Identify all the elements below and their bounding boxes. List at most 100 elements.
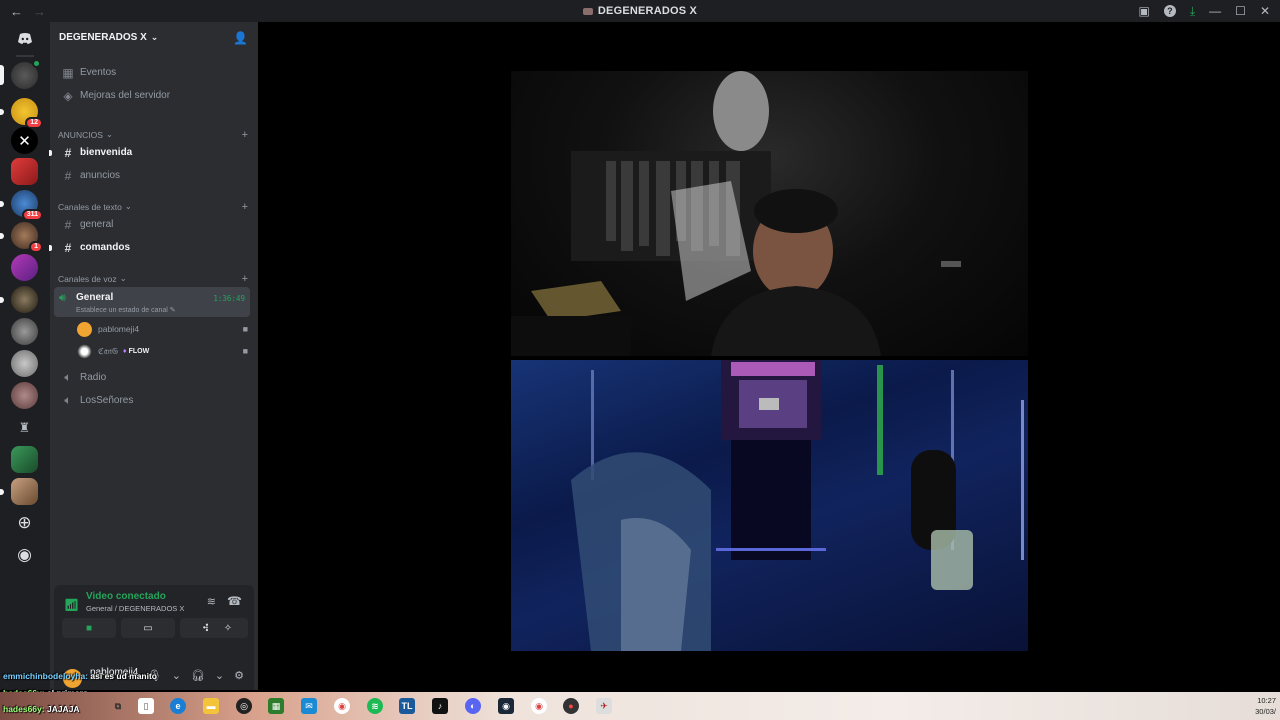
chevron-down-icon[interactable]: ⌄ [172, 669, 181, 682]
server-icon-14[interactable] [0, 478, 38, 505]
server-icon-x[interactable]: ✕ [11, 127, 38, 154]
chevron-down-icon: ⌄ [150, 32, 159, 42]
camera-icon: ■ [242, 346, 248, 356]
video-camera-icon: ■ [85, 622, 93, 634]
obs-icon[interactable]: ● [563, 698, 579, 714]
server-icon-degenerados[interactable] [0, 59, 41, 89]
close-icon[interactable]: ✕ [1260, 4, 1270, 18]
help-icon[interactable]: ? [1163, 5, 1176, 17]
back-arrow-icon[interactable]: ← [10, 4, 23, 19]
chevron-down-icon[interactable]: ⌄ [215, 669, 224, 682]
disconnect-icon[interactable]: ☎︎ [227, 594, 242, 608]
channel-sidebar: DEGENERADOS X ⌄ 👤 ▦ Eventos ◈ Mejoras de… [49, 22, 258, 690]
channel-bienvenida[interactable]: # bienvenida [49, 142, 250, 163]
store-icon[interactable]: ▦ [268, 698, 284, 714]
voice-status[interactable]: Video conectado [86, 591, 166, 602]
minimize-icon[interactable]: — [1209, 4, 1221, 18]
chrome-icon[interactable]: ◉ [334, 698, 350, 714]
add-channel-icon[interactable]: + [242, 273, 248, 285]
app-icon[interactable]: ◎ [236, 698, 252, 714]
app-icon[interactable]: ✈ [596, 698, 612, 714]
steam-icon[interactable]: ◉ [498, 698, 514, 714]
channel-general[interactable]: # general [54, 214, 250, 235]
video-grid [258, 22, 1280, 690]
speaker-icon: 🔈︎ [64, 370, 72, 384]
add-server-icon[interactable]: ⊕ [11, 509, 38, 536]
video-feed-2 [511, 360, 1028, 651]
channel-comandos[interactable]: # comandos [49, 237, 250, 258]
camera-toggle-button[interactable]: ■ [62, 618, 116, 638]
events-label: Eventos [80, 67, 117, 78]
voice-channel-general[interactable]: 🔊︎ General Establece un estado de canal … [54, 287, 250, 317]
voice-location: General / DEGENERADOS X [86, 604, 185, 613]
mail-icon[interactable]: ✉ [301, 698, 317, 714]
download-icon[interactable]: ⤓ [1190, 4, 1195, 19]
calendar-icon: ▦ [62, 65, 74, 80]
video-tile-streamer-1[interactable] [511, 71, 1028, 356]
maximize-icon[interactable]: ☐ [1235, 4, 1246, 18]
task-view-icon[interactable]: ⧉ [110, 698, 126, 714]
avatar [77, 321, 92, 337]
hashtag-icon: # [64, 145, 72, 160]
screen-share-button[interactable]: ▭ [121, 618, 175, 638]
category-canales-de-voz[interactable]: Canales de voz ⌄ + [58, 273, 248, 285]
tl-app-icon[interactable]: TL [399, 698, 415, 714]
server-boost-link[interactable]: ◈ Mejoras del servidor [54, 85, 250, 106]
hashtag-icon: # [64, 240, 72, 255]
explore-servers-icon[interactable]: ◉ [11, 541, 38, 568]
unread-indicator [49, 245, 52, 251]
add-channel-icon[interactable]: + [242, 201, 248, 213]
video-feed-1 [511, 71, 961, 356]
channel-anuncios[interactable]: # anuncios [54, 165, 250, 186]
forward-arrow-icon[interactable]: → [33, 4, 46, 19]
voice-user-cang[interactable]: ℭ𝔞𝔫𝔊 ♦ FLOW ■ [77, 341, 248, 361]
speaker-icon: 🔊︎ [59, 292, 66, 304]
call-timer: 1:36:49 [213, 294, 245, 303]
server-header[interactable]: DEGENERADOS X ⌄ 👤 [50, 22, 258, 53]
chat-message: hades66y: JAJAJA [3, 704, 80, 714]
add-channel-icon[interactable]: + [242, 129, 248, 141]
server-icon-13[interactable] [11, 446, 38, 473]
tiktok-icon[interactable]: ♪ [432, 698, 448, 714]
mention-badge: 311 [21, 209, 43, 221]
invite-people-icon[interactable]: 👤 [233, 31, 248, 45]
screen-share-icon: ▭ [143, 622, 153, 634]
settings-gear-icon[interactable]: ⚙ [234, 669, 244, 682]
server-icon-5[interactable]: 311 [0, 190, 43, 221]
server-icon-11[interactable] [11, 382, 38, 409]
server-icon-12[interactable]: ♜ [11, 414, 38, 441]
video-tile-streamer-2[interactable] [511, 360, 1028, 651]
soundboard-button[interactable]: ✧ [208, 618, 248, 638]
hashtag-icon: # [64, 168, 72, 183]
channel-status-prompt[interactable]: Establece un estado de canal ✎ [76, 306, 176, 314]
inbox-icon[interactable]: ▣ [1139, 4, 1150, 18]
spotify-icon[interactable]: ≋ [367, 698, 383, 714]
voice-channel-radio[interactable]: 🔈︎ Radio [54, 367, 250, 388]
server-icon-6[interactable]: 1 [0, 222, 43, 253]
clan-tag: ♦ FLOW [123, 347, 150, 355]
category-anuncios[interactable]: ANUNCIOS ⌄ + [58, 129, 248, 141]
voice-channel-losseñores[interactable]: 🔈︎ LosSeñores [54, 390, 250, 411]
gem-icon: ♦ [123, 347, 127, 355]
edge-browser-icon[interactable]: e [170, 698, 186, 714]
discord-icon[interactable]: ◐ [465, 698, 481, 714]
chrome-icon[interactable]: ◉ [531, 698, 547, 714]
system-clock[interactable]: 10:27 30/03/ [1255, 695, 1276, 717]
server-icon-4[interactable] [11, 158, 38, 185]
server-icon-2[interactable]: 12 [0, 98, 43, 129]
events-link[interactable]: ▦ Eventos [54, 62, 250, 83]
speaker-icon: 🔈︎ [64, 393, 72, 407]
voice-user-pablomeji4[interactable]: pablomeji4 ■ [77, 319, 248, 339]
server-icon-10[interactable] [11, 350, 38, 377]
file-explorer-icon[interactable]: ▬ [203, 698, 219, 714]
connection-signal-icon[interactable]: 📶︎ [64, 598, 79, 612]
server-icon-9[interactable] [11, 318, 38, 345]
server-icon-7[interactable] [11, 254, 38, 281]
discord-home-icon[interactable] [11, 25, 38, 52]
noise-suppression-icon[interactable]: ≋ [207, 595, 216, 608]
server-icon-8[interactable] [0, 286, 38, 313]
hashtag-icon: # [64, 217, 72, 232]
headphones-icon[interactable]: 🎧︎ [191, 669, 205, 682]
file-icon[interactable]: ▯ [138, 698, 154, 714]
category-canales-de-texto[interactable]: Canales de texto ⌄ + [58, 201, 248, 213]
